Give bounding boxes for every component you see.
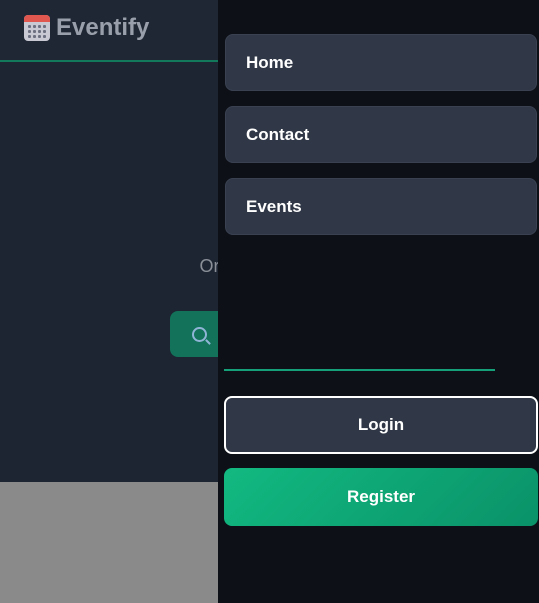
register-button[interactable]: Register [224,468,538,526]
brand-name: Eventify [56,14,150,41]
login-button[interactable]: Login [224,396,538,454]
nav-item-label: Home [246,52,294,72]
nav-item-contact[interactable]: Contact [225,106,537,163]
calendar-icon [24,15,50,41]
search-icon [192,326,207,342]
nav-item-events[interactable]: Events [225,178,537,235]
nav-item-label: Contact [246,124,310,144]
navigation-drawer: Home Contact Events Login Register [218,0,539,603]
nav-item-label: Events [246,196,302,216]
brand-logo[interactable]: Eventify [24,14,149,42]
drawer-divider [224,369,495,371]
nav-item-home[interactable]: Home [225,34,537,91]
